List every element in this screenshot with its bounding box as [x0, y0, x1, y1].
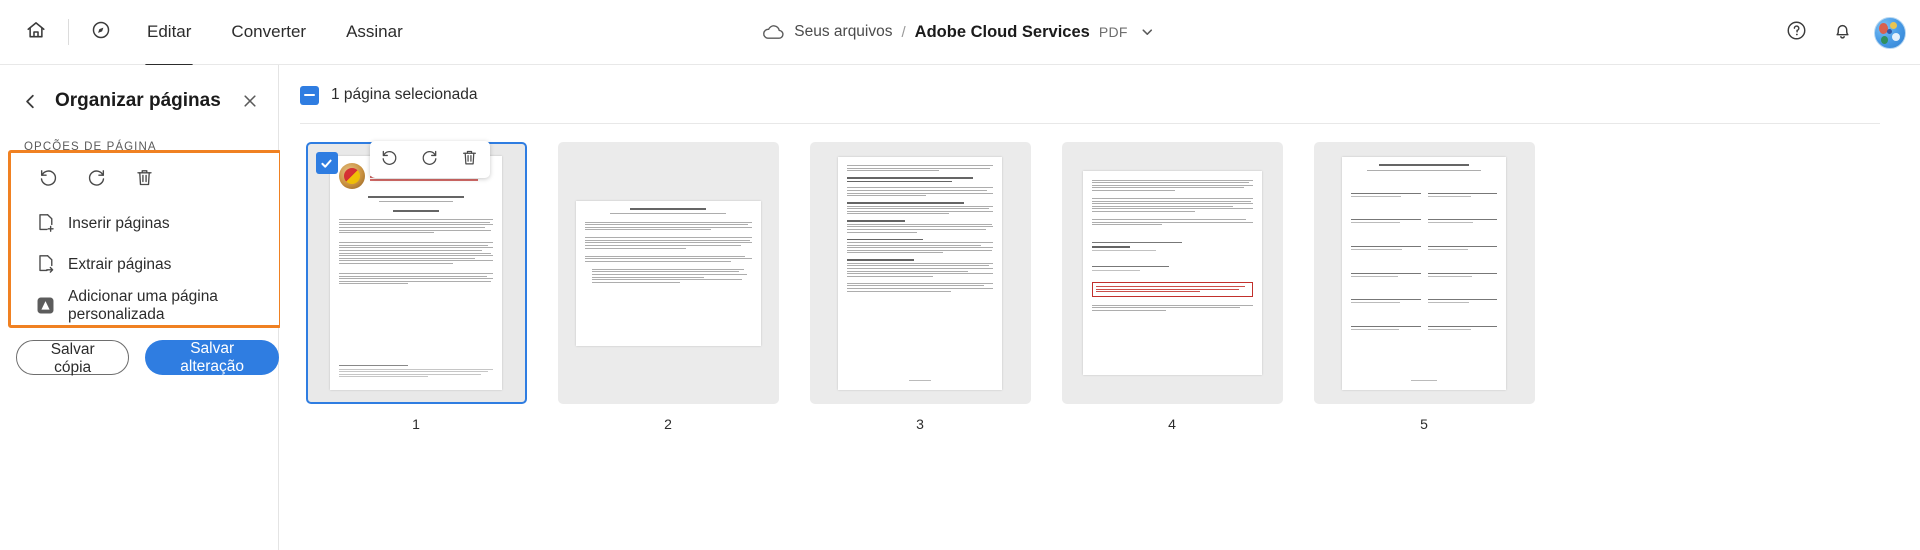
help-circle-icon: [1785, 19, 1808, 47]
selection-count-label: 1 página selecionada: [331, 86, 478, 103]
search-tools-icon: [90, 19, 112, 46]
insert-pages-option[interactable]: Inserir páginas: [11, 203, 279, 244]
extract-pages-option[interactable]: Extrair páginas: [11, 244, 279, 285]
breadcrumb-file-type: PDF: [1098, 24, 1128, 40]
selection-bar: 1 página selecionada: [280, 74, 1920, 116]
page-thumbnail-strip: 1 2 3 4 5: [290, 141, 1920, 522]
breadcrumb-current-file[interactable]: Adobe Cloud Services: [915, 23, 1090, 42]
panel-title: Organizar páginas: [55, 90, 221, 111]
app-top-bar: Editar Converter Assinar Seus arquivos /…: [0, 0, 1920, 67]
insert-pages-label: Inserir páginas: [68, 214, 170, 232]
page-thumbnail-2[interactable]: [557, 142, 779, 404]
rotate-left-button[interactable]: [33, 165, 63, 195]
page-preview-5: [1342, 156, 1506, 390]
page-preview-2: [575, 200, 761, 346]
breadcrumb-separator: /: [901, 23, 906, 41]
select-all-checkbox[interactable]: [300, 85, 319, 105]
organize-pages-panel: Organizar páginas OPÇÕES DE PÁGINA Inser…: [0, 65, 282, 550]
notification-bell-icon: [1831, 19, 1854, 47]
indeterminate-dash-icon: [304, 93, 315, 97]
page-thumbnail-cell: 3: [794, 142, 1046, 432]
page-number-label: 5: [1420, 416, 1428, 432]
page-number-label: 3: [916, 416, 924, 432]
page-thumbnail-cell: 5: [1298, 142, 1550, 432]
adobe-custom-page-icon: [35, 295, 55, 317]
breadcrumb-root[interactable]: Seus arquivos: [794, 23, 892, 41]
search-tools-button[interactable]: [81, 12, 121, 52]
toolbar-divider: [68, 19, 69, 45]
tab-editar[interactable]: Editar: [133, 14, 205, 67]
tab-assinar[interactable]: Assinar: [332, 14, 417, 50]
cloud-icon: [761, 24, 785, 41]
highlighted-note-box: [1091, 281, 1253, 297]
rotate-right-icon: [86, 167, 107, 193]
top-bar-right-actions: [1776, 0, 1906, 65]
thumb-delete-button[interactable]: [456, 146, 484, 174]
panel-header: Organizar páginas: [0, 75, 278, 127]
page-thumbnail-cell: 1: [290, 141, 542, 432]
rotate-right-button[interactable]: [81, 165, 111, 195]
page-number-label: 4: [1168, 416, 1176, 432]
page-thumbnail-3[interactable]: [809, 142, 1031, 404]
save-changes-button[interactable]: Salvar alteração: [145, 340, 279, 375]
panel-footer-actions: Salvar cópia Salvar alteração: [0, 340, 279, 376]
page-preview-4: [1082, 171, 1262, 375]
page-thumbnail-5[interactable]: [1313, 142, 1535, 404]
page-options-group: Inserir páginas Extrair páginas Adiciona…: [8, 150, 282, 328]
delete-page-button[interactable]: [129, 165, 159, 195]
extract-pages-label: Extrair páginas: [68, 255, 172, 273]
page-extract-icon: [35, 254, 55, 276]
page-preview-1: [330, 156, 502, 390]
add-custom-page-label: Adicionar uma página personalizada: [68, 287, 218, 323]
add-custom-page-option[interactable]: Adicionar uma página personalizada: [11, 285, 279, 326]
thumb-rotate-right-button[interactable]: [416, 146, 444, 174]
rotate-actions-row: [11, 153, 279, 195]
close-icon[interactable]: [238, 89, 262, 113]
selection-bar-divider: [300, 123, 1880, 124]
notifications-button[interactable]: [1822, 13, 1862, 53]
home-icon: [25, 19, 47, 46]
help-button[interactable]: [1776, 13, 1816, 53]
rotate-right-icon: [420, 148, 439, 172]
page-thumbnail-cell: 2: [542, 142, 794, 432]
user-avatar[interactable]: [1874, 16, 1906, 49]
trash-icon: [134, 167, 155, 193]
page-thumbnail-1[interactable]: [305, 141, 527, 404]
maryland-seal-icon: [339, 163, 365, 189]
page-select-checkbox-1[interactable]: [315, 152, 338, 174]
page-thumbnail-4[interactable]: [1061, 142, 1283, 404]
pages-workspace: 1 página selecionada 1 2 3 4 5: [280, 65, 1920, 550]
breadcrumb: Seus arquivos / Adobe Cloud Services PDF: [761, 21, 1158, 43]
tab-converter[interactable]: Converter: [217, 14, 320, 50]
home-button[interactable]: [16, 12, 56, 52]
thumb-rotate-left-button[interactable]: [376, 146, 404, 174]
page-hover-toolbar: [369, 141, 490, 178]
page-number-label: 1: [412, 416, 420, 432]
chevron-down-icon[interactable]: [1137, 21, 1159, 43]
rotate-left-icon: [380, 148, 399, 172]
page-number-label: 2: [664, 416, 672, 432]
page-preview-3: [838, 156, 1002, 390]
chevron-left-icon[interactable]: [16, 89, 45, 114]
top-tabs: Editar Converter Assinar: [133, 14, 417, 67]
page-insert-icon: [35, 213, 55, 235]
trash-icon: [460, 148, 479, 172]
rotate-left-icon: [38, 167, 59, 193]
page-thumbnail-cell: 4: [1046, 142, 1298, 432]
save-copy-button[interactable]: Salvar cópia: [16, 340, 130, 376]
